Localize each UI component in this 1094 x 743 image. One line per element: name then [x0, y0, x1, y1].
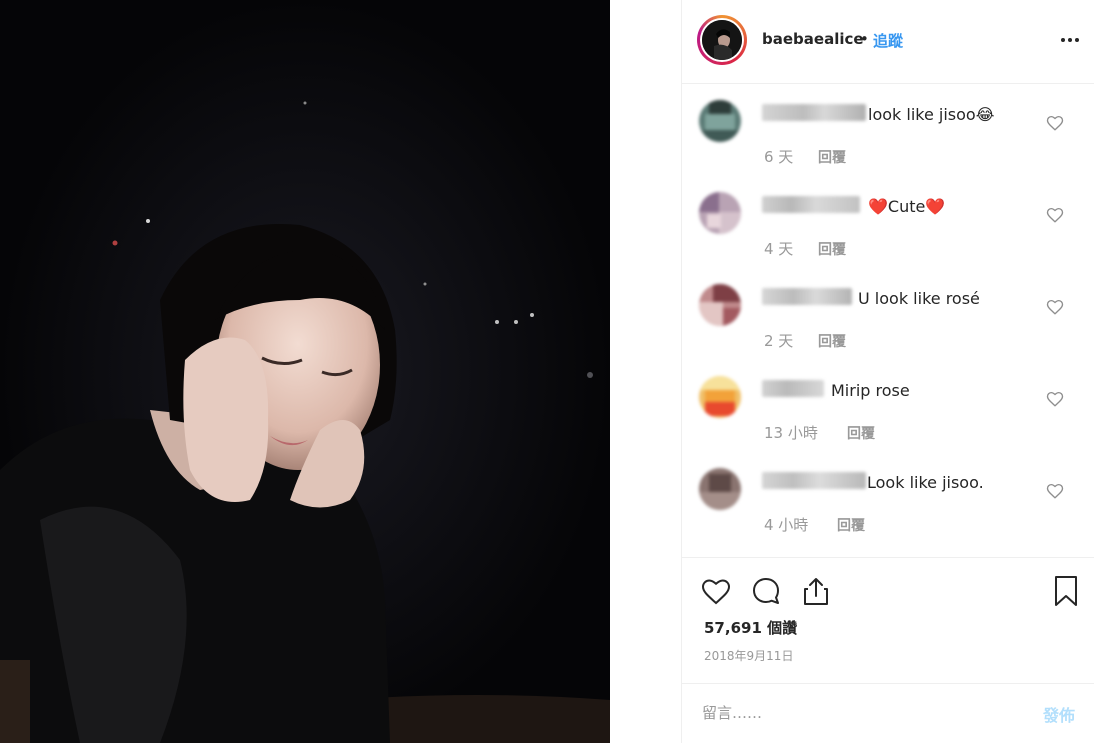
post-header: baebaealice • 追蹤 [682, 0, 1094, 84]
author-avatar-image [702, 20, 742, 60]
comment-heart-icon[interactable] [1046, 206, 1064, 224]
commenter-name-redacted[interactable] [762, 104, 866, 121]
comment-heart-icon[interactable] [1046, 298, 1064, 316]
commenter-name-redacted[interactable] [762, 288, 852, 305]
follow-button[interactable]: 追蹤 [873, 30, 903, 51]
comment-heart-icon[interactable] [1046, 114, 1064, 132]
reply-button[interactable]: 回覆 [847, 423, 875, 443]
commenter-avatar[interactable] [699, 376, 741, 418]
reply-button[interactable]: 回覆 [818, 147, 846, 167]
blurred-avatar-icon [699, 192, 741, 234]
avatar-photo-icon [702, 20, 742, 60]
post-details-panel: baebaealice • 追蹤 look like jisoo😂 6 天 回覆… [681, 0, 1094, 743]
comment-heart-icon[interactable] [1046, 390, 1064, 408]
reply-button[interactable]: 回覆 [837, 515, 865, 535]
commenter-name-redacted[interactable] [762, 196, 860, 213]
commenter-avatar[interactable] [699, 100, 741, 142]
comment-item: look like jisoo😂 6 天 回覆 [682, 85, 1094, 177]
post-photo-image [0, 0, 610, 743]
comment-item: Mirip rose 13 小時 回覆 [682, 361, 1094, 453]
author-avatar[interactable] [697, 15, 747, 65]
comment-text: U look like rosé [858, 289, 980, 308]
blurred-avatar-icon [699, 468, 741, 510]
commenter-name-redacted[interactable] [762, 380, 824, 397]
blurred-avatar-icon [699, 284, 741, 326]
more-options-icon[interactable] [1060, 30, 1080, 50]
comment-text: ❤️Cute❤️ [868, 197, 946, 216]
reply-button[interactable]: 回覆 [818, 331, 846, 351]
comments-list: look like jisoo😂 6 天 回覆 ❤️Cute❤️ 4 天 回覆 [682, 85, 1094, 555]
add-comment-bar: 發佈 [682, 683, 1094, 743]
author-username[interactable]: baebaealice [762, 30, 864, 48]
reply-button[interactable]: 回覆 [818, 239, 846, 259]
comment-time[interactable]: 4 天 [764, 238, 793, 259]
comment-item: U look like rosé 2 天 回覆 [682, 269, 1094, 361]
comment-time[interactable]: 6 天 [764, 146, 793, 167]
avatar-border [700, 18, 744, 62]
comment-icon[interactable] [749, 574, 783, 608]
comment-text: look like jisoo😂 [868, 105, 995, 124]
like-count[interactable]: 57,691 個讚 [704, 617, 797, 638]
separator-dot: • [860, 30, 869, 48]
blurred-avatar-icon [699, 376, 741, 418]
post-photo [0, 0, 610, 743]
heart-icon[interactable] [699, 574, 733, 608]
bookmark-icon[interactable] [1049, 574, 1083, 608]
commenter-avatar[interactable] [699, 284, 741, 326]
comment-text: Look like jisoo. [867, 473, 984, 492]
share-icon[interactable] [799, 574, 833, 608]
post-date[interactable]: 2018年9月11日 [704, 647, 793, 664]
commenter-avatar[interactable] [699, 192, 741, 234]
commenter-avatar[interactable] [699, 468, 741, 510]
comment-time[interactable]: 13 小時 [764, 422, 818, 443]
post-comment-button[interactable]: 發佈 [1043, 702, 1075, 726]
comment-heart-icon[interactable] [1046, 482, 1064, 500]
comment-input[interactable] [702, 701, 1022, 725]
commenter-name-redacted[interactable] [762, 472, 866, 489]
blurred-avatar-icon [699, 100, 741, 142]
comment-item: ❤️Cute❤️ 4 天 回覆 [682, 177, 1094, 269]
comment-text: Mirip rose [831, 381, 910, 400]
comment-time[interactable]: 4 小時 [764, 514, 808, 535]
comment-time[interactable]: 2 天 [764, 330, 793, 351]
post-actions: 57,691 個讚 2018年9月11日 [682, 557, 1094, 683]
comment-item: Look like jisoo. 4 小時 回覆 [682, 453, 1094, 545]
